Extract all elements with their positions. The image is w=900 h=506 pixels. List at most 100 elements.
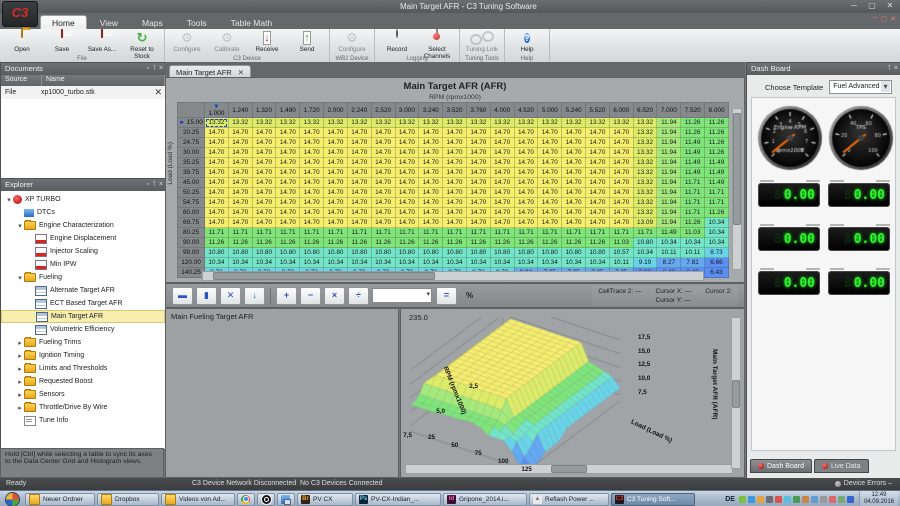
afr-cell[interactable]: 14.70 xyxy=(514,148,538,158)
afr-cell[interactable]: 11.26 xyxy=(514,238,538,248)
afr-grid[interactable]: ▼ 1.0001.2401.3201.4801.7202.0002.2402.5… xyxy=(177,102,729,278)
afr-cell[interactable]: 14.70 xyxy=(276,218,300,228)
afr-cell[interactable]: 14.70 xyxy=(490,218,514,228)
afr-cell[interactable]: 14.70 xyxy=(419,218,443,228)
save-button[interactable]: Save xyxy=(42,29,82,54)
afr-cell[interactable]: 13.32 xyxy=(633,128,657,138)
afr-cell[interactable]: 14.70 xyxy=(609,138,633,148)
afr-cell[interactable]: 14.70 xyxy=(371,178,395,188)
tray-icon[interactable] xyxy=(802,496,809,503)
afr-cell[interactable]: 11.71 xyxy=(681,178,705,188)
afr-cell[interactable]: 11.26 xyxy=(705,148,729,158)
afr-cell[interactable]: 14.70 xyxy=(395,128,419,138)
afr-cell[interactable]: 8.73 xyxy=(705,248,729,258)
afr-cell[interactable]: 13.32 xyxy=(633,198,657,208)
afr-cell[interactable]: 10.80 xyxy=(395,248,419,258)
afr-cell[interactable]: 14.70 xyxy=(490,178,514,188)
column-header-3.760[interactable]: 3.760 xyxy=(466,103,490,118)
column-header-4.000[interactable]: 4.000 xyxy=(490,103,514,118)
afr-cell[interactable]: 14.70 xyxy=(538,148,562,158)
afr-cell[interactable]: 10.80 xyxy=(466,248,490,258)
afr-cell[interactable]: 14.70 xyxy=(466,168,490,178)
afr-cell[interactable]: 14.70 xyxy=(371,138,395,148)
afr-cell[interactable]: 14.70 xyxy=(300,128,324,138)
afr-cell[interactable]: 14.70 xyxy=(205,148,229,158)
afr-cell[interactable]: 14.70 xyxy=(228,138,252,148)
afr-cell[interactable]: 14.70 xyxy=(609,198,633,208)
tree-item-ignition-timing[interactable]: ▸Ignition Timing xyxy=(1,349,165,362)
afr-cell[interactable]: 11.26 xyxy=(705,118,729,128)
afr-cell[interactable]: 14.70 xyxy=(228,198,252,208)
afr-cell[interactable]: 14.70 xyxy=(205,208,229,218)
tree-item-sensors[interactable]: ▸Sensors xyxy=(1,388,165,401)
afr-cell[interactable]: 14.70 xyxy=(324,198,348,208)
afr-cell[interactable]: 14.70 xyxy=(514,138,538,148)
afr-cell[interactable]: 14.70 xyxy=(228,128,252,138)
afr-cell[interactable]: 11.26 xyxy=(705,138,729,148)
column-header-1.320[interactable]: 1.320 xyxy=(252,103,276,118)
tree-item-limits-and-thresholds[interactable]: ▸Limits and Thresholds xyxy=(1,362,165,375)
afr-cell[interactable]: 10.80 xyxy=(276,248,300,258)
value-input[interactable] xyxy=(372,288,432,303)
afr-cell[interactable]: 11.71 xyxy=(609,228,633,238)
dashboard-tab-dash-board[interactable]: Dash Board xyxy=(750,459,812,473)
afr-cell[interactable]: 14.70 xyxy=(276,128,300,138)
afr-cell[interactable]: 10.57 xyxy=(609,248,633,258)
afr-cell[interactable]: 14.70 xyxy=(395,158,419,168)
afr-cell[interactable]: 14.70 xyxy=(252,128,276,138)
afr-cell[interactable]: 13.32 xyxy=(609,118,633,128)
afr-cell[interactable]: 10.34 xyxy=(657,238,681,248)
afr-cell[interactable]: 14.70 xyxy=(324,208,348,218)
afr-cell[interactable]: 14.70 xyxy=(490,168,514,178)
afr-cell[interactable]: 11.26 xyxy=(395,238,419,248)
tree-item-dtcs[interactable]: DTCs xyxy=(1,206,165,219)
afr-cell[interactable]: 14.70 xyxy=(466,148,490,158)
afr-cell[interactable]: 14.70 xyxy=(228,158,252,168)
afr-cell[interactable]: 10.11 xyxy=(657,248,681,258)
row-header-69.75[interactable]: 69.75 xyxy=(178,218,205,228)
row-header-90.00[interactable]: 90.00 xyxy=(178,238,205,248)
afr-cell[interactable]: 14.70 xyxy=(252,148,276,158)
afr-cell[interactable]: 14.70 xyxy=(538,198,562,208)
tray-icon[interactable] xyxy=(847,496,854,503)
afr-cell[interactable]: 10.80 xyxy=(228,248,252,258)
afr-cell[interactable]: 14.70 xyxy=(538,178,562,188)
afr-cell[interactable]: 11.49 xyxy=(705,168,729,178)
afr-cell[interactable]: 11.71 xyxy=(395,228,419,238)
tree-item-volumetric-efficiency[interactable]: Volumetric Efficiency xyxy=(1,323,165,336)
tray-icon[interactable] xyxy=(775,496,782,503)
column-header-4.520[interactable]: 4.520 xyxy=(514,103,538,118)
afr-cell[interactable]: 11.94 xyxy=(657,148,681,158)
afr-cell[interactable]: 14.70 xyxy=(205,158,229,168)
afr-cell[interactable]: 14.70 xyxy=(228,148,252,158)
afr-cell[interactable]: 13.32 xyxy=(252,118,276,128)
decrement-button[interactable]: − xyxy=(300,287,321,305)
afr-cell[interactable]: 14.70 xyxy=(395,198,419,208)
afr-cell[interactable]: 14.70 xyxy=(609,128,633,138)
chevron-right-icon[interactable]: ▸ xyxy=(16,391,24,399)
led-readout[interactable]: 80.00 xyxy=(758,183,820,207)
afr-cell[interactable]: 14.70 xyxy=(443,178,467,188)
afr-cell[interactable]: 14.70 xyxy=(276,198,300,208)
afr-cell[interactable]: 11.26 xyxy=(466,238,490,248)
afr-cell[interactable]: 13.32 xyxy=(633,178,657,188)
afr-cell[interactable]: 10.80 xyxy=(514,248,538,258)
taskbar-button-neuer-ordner[interactable]: Neuer Ordner xyxy=(25,493,95,506)
afr-cell[interactable]: 11.71 xyxy=(514,228,538,238)
doc-minimize-icon[interactable]: ─ xyxy=(873,15,878,23)
panel-close-icon[interactable]: × xyxy=(159,179,163,191)
afr-cell[interactable]: 14.70 xyxy=(562,218,586,228)
afr-cell[interactable]: 10.34 xyxy=(705,238,729,248)
afr-cell[interactable]: 14.70 xyxy=(586,218,610,228)
taskbar-button-videos-von-ad-[interactable]: Videos von Ad... xyxy=(161,493,235,506)
afr-cell[interactable]: 14.70 xyxy=(466,128,490,138)
afr-cell[interactable]: 14.70 xyxy=(514,198,538,208)
taskbar-button-dropbox[interactable]: Dropbox xyxy=(97,493,159,506)
plot-vertical-scrollbar[interactable] xyxy=(731,317,741,469)
doc-restore-icon[interactable]: ▢ xyxy=(881,15,888,23)
help-button[interactable]: ?Help xyxy=(507,29,547,54)
afr-cell[interactable]: 11.71 xyxy=(633,228,657,238)
afr-cell[interactable]: 14.70 xyxy=(443,188,467,198)
afr-cell[interactable]: 14.70 xyxy=(466,188,490,198)
afr-cell[interactable]: 10.34 xyxy=(419,258,443,268)
